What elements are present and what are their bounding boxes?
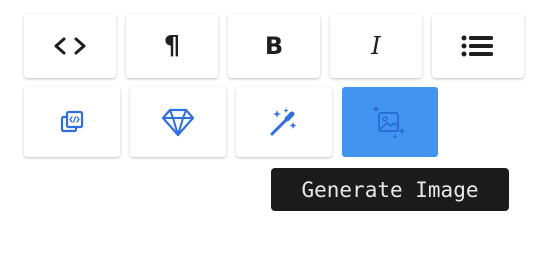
gem-icon [161, 107, 195, 137]
code-button[interactable] [24, 14, 116, 78]
image-sparkle-icon [371, 104, 409, 140]
bullet-list-icon [461, 35, 495, 57]
italic-icon: I [371, 32, 381, 60]
embed-code-button[interactable] [24, 87, 120, 157]
bold-button[interactable]: B [228, 14, 320, 78]
gem-button[interactable] [130, 87, 226, 157]
magic-wand-icon [268, 107, 300, 137]
code-embed-icon [58, 108, 86, 136]
formatting-toolbar-row: ¶ B I [24, 14, 534, 78]
italic-button[interactable]: I [330, 14, 422, 78]
generate-image-button[interactable] [342, 87, 438, 157]
pilcrow-icon: ¶ [163, 31, 181, 61]
magic-wand-button[interactable] [236, 87, 332, 157]
insert-toolbar-row [24, 87, 448, 157]
generate-image-tooltip: Generate Image [271, 168, 509, 211]
paragraph-button[interactable]: ¶ [126, 14, 218, 78]
code-brackets-icon [53, 36, 87, 56]
bullet-list-button[interactable] [432, 14, 524, 78]
bold-icon: B [264, 32, 284, 60]
